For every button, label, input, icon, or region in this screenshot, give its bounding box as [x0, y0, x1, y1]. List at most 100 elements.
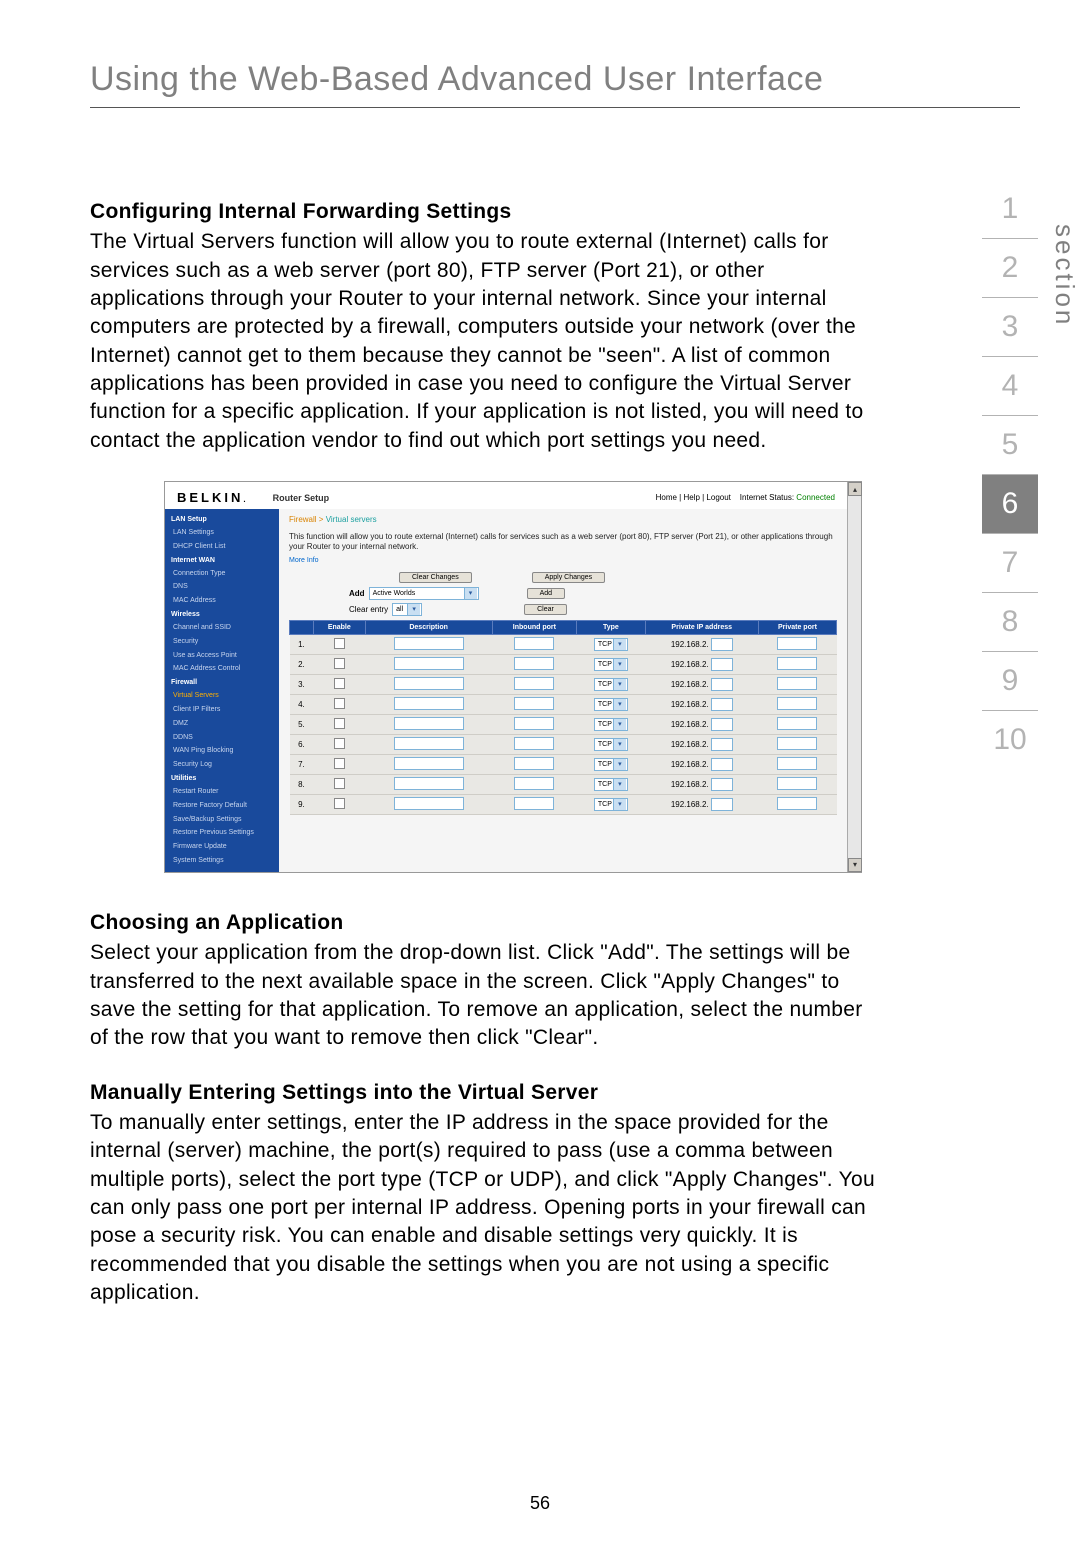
- section-tab-6[interactable]: 6: [982, 475, 1038, 534]
- sidebar-item[interactable]: DHCP Client List: [165, 540, 279, 554]
- private-port-input[interactable]: [777, 737, 817, 750]
- type-select[interactable]: TCP: [594, 698, 628, 711]
- clear-button[interactable]: Clear: [524, 604, 567, 615]
- enable-checkbox[interactable]: [334, 658, 345, 669]
- enable-checkbox[interactable]: [334, 638, 345, 649]
- sidebar-item[interactable]: Restore Previous Settings: [165, 826, 279, 840]
- description-input[interactable]: [394, 777, 464, 790]
- sidebar-item[interactable]: DMZ: [165, 717, 279, 731]
- sidebar-item[interactable]: Connection Type: [165, 567, 279, 581]
- enable-checkbox[interactable]: [334, 718, 345, 729]
- inbound-port-input[interactable]: [514, 697, 554, 710]
- inbound-port-input[interactable]: [514, 757, 554, 770]
- sidebar-item[interactable]: Restore Factory Default: [165, 799, 279, 813]
- add-button[interactable]: Add: [527, 588, 565, 599]
- sidebar-item[interactable]: Save/Backup Settings: [165, 813, 279, 827]
- private-port-input[interactable]: [777, 757, 817, 770]
- breadcrumb-parent[interactable]: Firewall >: [289, 515, 323, 524]
- sidebar-item[interactable]: Use as Access Point: [165, 649, 279, 663]
- sidebar-item[interactable]: Client IP Filters: [165, 703, 279, 717]
- type-select[interactable]: TCP: [594, 778, 628, 791]
- description-input[interactable]: [394, 677, 464, 690]
- enable-checkbox[interactable]: [334, 738, 345, 749]
- type-select[interactable]: TCP: [594, 798, 628, 811]
- ip-last-octet-input[interactable]: [711, 678, 733, 691]
- inbound-port-input[interactable]: [514, 737, 554, 750]
- inbound-port-input[interactable]: [514, 677, 554, 690]
- private-port-input[interactable]: [777, 697, 817, 710]
- section-1-heading: Configuring Internal Forwarding Settings: [90, 198, 880, 226]
- more-info-link[interactable]: More Info: [289, 557, 837, 564]
- private-port-input[interactable]: [777, 637, 817, 650]
- ip-last-octet-input[interactable]: [711, 778, 733, 791]
- description-input[interactable]: [394, 657, 464, 670]
- section-tab-5[interactable]: 5: [982, 416, 1038, 475]
- sidebar-item[interactable]: MAC Address: [165, 594, 279, 608]
- ip-last-octet-input[interactable]: [711, 758, 733, 771]
- section-1: Configuring Internal Forwarding Settings…: [90, 198, 880, 455]
- type-select[interactable]: TCP: [594, 638, 628, 651]
- section-tab-8[interactable]: 8: [982, 593, 1038, 652]
- enable-checkbox[interactable]: [334, 758, 345, 769]
- type-select[interactable]: TCP: [594, 758, 628, 771]
- sidebar-item[interactable]: LAN Settings: [165, 526, 279, 540]
- sidebar-item[interactable]: MAC Address Control: [165, 662, 279, 676]
- section-tab-3[interactable]: 3: [982, 298, 1038, 357]
- section-tab-7[interactable]: 7: [982, 534, 1038, 593]
- description-input[interactable]: [394, 717, 464, 730]
- inbound-port-input[interactable]: [514, 637, 554, 650]
- ip-last-octet-input[interactable]: [711, 738, 733, 751]
- sidebar-item[interactable]: WAN Ping Blocking: [165, 744, 279, 758]
- enable-checkbox[interactable]: [334, 698, 345, 709]
- sidebar-item[interactable]: Virtual Servers: [165, 689, 279, 703]
- sidebar-item[interactable]: Security: [165, 635, 279, 649]
- ip-last-octet-input[interactable]: [711, 698, 733, 711]
- type-select[interactable]: TCP: [594, 718, 628, 731]
- enable-checkbox[interactable]: [334, 678, 345, 689]
- ip-last-octet-input[interactable]: [711, 798, 733, 811]
- section-tab-10[interactable]: 10: [982, 711, 1038, 769]
- router-header: BELKIN. Router Setup Home | Help | Logou…: [165, 482, 847, 509]
- section-tab-4[interactable]: 4: [982, 357, 1038, 416]
- type-select[interactable]: TCP: [594, 658, 628, 671]
- sidebar-item[interactable]: Firmware Update: [165, 840, 279, 854]
- sidebar-item[interactable]: DDNS: [165, 731, 279, 745]
- scroll-down-icon[interactable]: ▾: [848, 858, 862, 872]
- clear-changes-button[interactable]: Clear Changes: [399, 572, 472, 583]
- private-port-input[interactable]: [777, 677, 817, 690]
- scrollbar-track[interactable]: ▴ ▾: [847, 482, 861, 872]
- private-port-input[interactable]: [777, 717, 817, 730]
- sidebar-item[interactable]: System Settings: [165, 854, 279, 868]
- enable-checkbox[interactable]: [334, 778, 345, 789]
- private-port-input[interactable]: [777, 657, 817, 670]
- clear-entry-select[interactable]: all: [392, 603, 422, 616]
- ip-last-octet-input[interactable]: [711, 638, 733, 651]
- ip-last-octet-input[interactable]: [711, 718, 733, 731]
- type-select[interactable]: TCP: [594, 678, 628, 691]
- inbound-port-input[interactable]: [514, 777, 554, 790]
- section-tab-1[interactable]: 1: [982, 180, 1038, 239]
- private-port-input[interactable]: [777, 777, 817, 790]
- ip-last-octet-input[interactable]: [711, 658, 733, 671]
- description-input[interactable]: [394, 637, 464, 650]
- description-input[interactable]: [394, 737, 464, 750]
- section-tab-9[interactable]: 9: [982, 652, 1038, 711]
- type-select[interactable]: TCP: [594, 738, 628, 751]
- sidebar-item[interactable]: Security Log: [165, 758, 279, 772]
- sidebar-item[interactable]: DNS: [165, 580, 279, 594]
- apply-changes-button[interactable]: Apply Changes: [532, 572, 605, 583]
- header-nav-links[interactable]: Home | Help | Logout: [656, 493, 731, 502]
- inbound-port-input[interactable]: [514, 717, 554, 730]
- inbound-port-input[interactable]: [514, 657, 554, 670]
- scroll-up-icon[interactable]: ▴: [848, 482, 862, 496]
- description-input[interactable]: [394, 757, 464, 770]
- private-port-input[interactable]: [777, 797, 817, 810]
- add-application-select[interactable]: Active Worlds: [369, 587, 479, 600]
- enable-checkbox[interactable]: [334, 798, 345, 809]
- sidebar-item[interactable]: Restart Router: [165, 785, 279, 799]
- section-tab-2[interactable]: 2: [982, 239, 1038, 298]
- sidebar-item[interactable]: Channel and SSID: [165, 621, 279, 635]
- description-input[interactable]: [394, 697, 464, 710]
- description-input[interactable]: [394, 797, 464, 810]
- inbound-port-input[interactable]: [514, 797, 554, 810]
